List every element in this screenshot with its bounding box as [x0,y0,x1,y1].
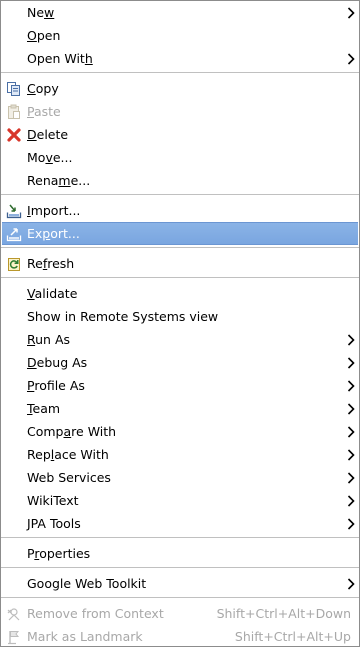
menu-item-label: Compare With [27,424,117,439]
menu-separator [1,72,359,73]
chevron-right-icon [347,380,355,392]
menu-item-label: Delete [27,127,69,142]
menu-item-label: WikiText [27,493,79,508]
menu-item-label: Profile As [27,378,85,393]
refresh-icon [8,258,20,271]
menu-item-new[interactable]: New [1,1,359,24]
menu-item-validate[interactable]: Validate [1,282,359,305]
menu-item-label: JPA Tools [27,516,81,531]
menu-separator [1,567,359,568]
menu-separator [1,247,359,248]
menu-item-label: Paste [27,104,61,119]
shortcut-label: Shift+Ctrl+Alt+Down [216,606,351,621]
menu-item-team[interactable]: Team [1,397,359,420]
menu-separator [1,537,359,538]
chevron-right-icon [347,426,355,438]
menu-item-rename[interactable]: Rename... [1,169,359,192]
menu-item-label: Open With [27,51,93,66]
chevron-right-icon [347,53,355,65]
shortcut-label: Shift+Ctrl+Alt+Up [234,629,351,644]
menu-item-google-web-toolkit[interactable]: Google Web Toolkit [1,572,359,595]
context-menu: New Open Open With Copy Paste Delete Mov… [0,0,360,647]
menu-item-wikitext[interactable]: WikiText [1,489,359,512]
chevron-right-icon [347,7,355,19]
landmark-icon [8,631,20,645]
copy-icon [7,82,20,96]
menu-item-label: Google Web Toolkit [27,576,147,591]
menu-item-label: Import... [27,203,81,218]
chevron-right-icon [347,403,355,415]
remove-from-context-icon [7,608,20,621]
menu-item-label: Web Services [27,470,111,485]
menu-item-label: Debug As [27,355,88,370]
menu-item-paste: Paste [1,100,359,123]
menu-item-label: Export... [27,226,80,241]
chevron-right-icon [347,518,355,530]
menu-item-profile-as[interactable]: Profile As [1,374,359,397]
menu-item-properties[interactable]: Properties [1,542,359,565]
menu-item-label: Open [27,28,61,43]
menu-item-import[interactable]: Import... [1,199,359,222]
menu-item-copy[interactable]: Copy [1,77,359,100]
chevron-right-icon [347,578,355,590]
menu-item-label: Remove from Context [27,606,164,621]
menu-item-refresh[interactable]: Refresh [1,252,359,275]
menu-item-open-with[interactable]: Open With [1,47,359,70]
menu-item-label: Team [27,401,61,416]
export-icon [6,228,22,242]
menu-item-open[interactable]: Open [1,24,359,47]
menu-item-web-services[interactable]: Web Services [1,466,359,489]
menu-item-debug-as[interactable]: Debug As [1,351,359,374]
menu-item-compare-with[interactable]: Compare With [1,420,359,443]
menu-item-label: Move... [27,150,73,165]
menu-item-label: Rename... [27,173,91,188]
menu-item-label: Replace With [27,447,109,462]
menu-item-label: Validate [27,286,78,301]
menu-item-export[interactable]: Export... [1,222,359,245]
menu-separator [1,194,359,195]
menu-item-mark-as-landmark: Mark as Landmark Shift+Ctrl+Alt+Up [1,625,359,648]
menu-item-run-as[interactable]: Run As [1,328,359,351]
import-icon [6,204,22,219]
menu-item-label: Show in Remote Systems view [27,309,219,324]
menu-separator [1,597,359,598]
menu-item-show-in-remote-systems-view[interactable]: Show in Remote Systems view [1,305,359,328]
menu-separator [1,277,359,278]
menu-item-delete[interactable]: Delete [1,123,359,146]
chevron-right-icon [347,472,355,484]
menu-item-label: Copy [27,81,59,96]
paste-icon [8,104,20,119]
menu-item-move[interactable]: Move... [1,146,359,169]
menu-item-label: New [27,5,55,20]
chevron-right-icon [347,334,355,346]
menu-item-label: Properties [27,546,91,561]
chevron-right-icon [347,357,355,369]
menu-item-replace-with[interactable]: Replace With [1,443,359,466]
menu-item-label: Run As [27,332,71,347]
chevron-right-icon [347,495,355,507]
chevron-right-icon [347,449,355,461]
menu-item-jpa-tools[interactable]: JPA Tools [1,512,359,535]
delete-icon [7,128,21,142]
menu-item-remove-from-context: Remove from Context Shift+Ctrl+Alt+Down [1,602,359,625]
menu-item-label: Mark as Landmark [27,629,143,644]
menu-item-label: Refresh [27,256,75,271]
